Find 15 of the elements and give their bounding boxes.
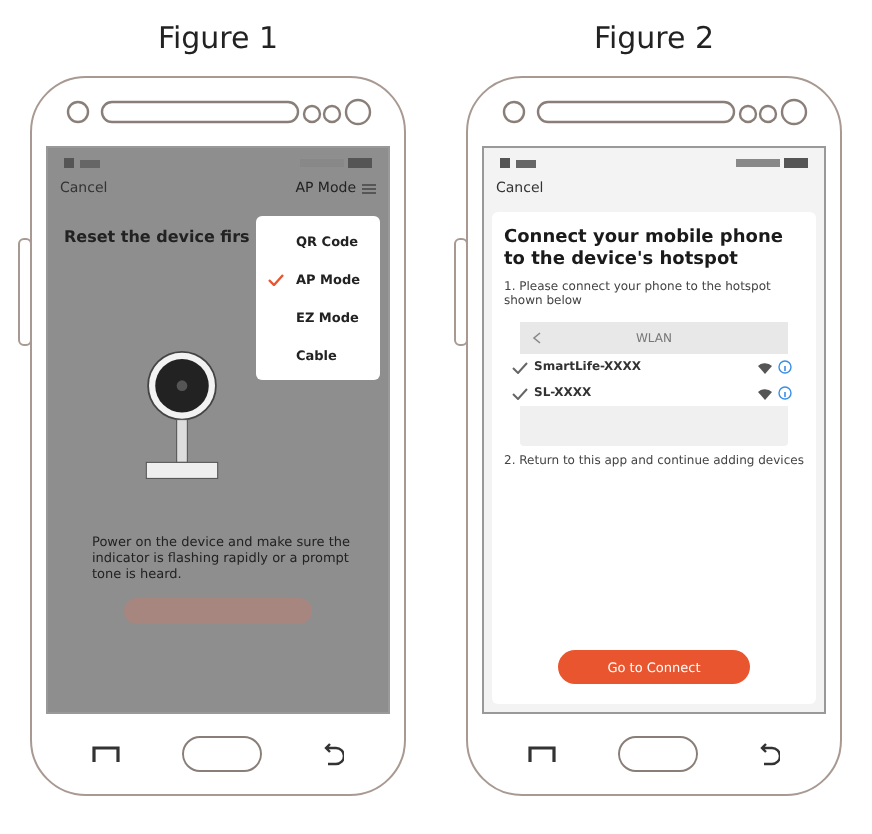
figure-caption: Figure 2 (593, 20, 715, 56)
screen-title: Connect your mobile phone to the device's hotspot (504, 228, 785, 272)
battery-icon (300, 158, 372, 168)
info-icon (778, 386, 792, 401)
menu-icon (362, 183, 376, 193)
back-icon (760, 742, 781, 766)
battery-icon (736, 158, 808, 168)
recent-apps-icon (91, 746, 120, 762)
recent-apps-icon (527, 746, 556, 762)
home-button[interactable] (181, 736, 262, 772)
figure-caption: Figure 1 (157, 20, 279, 56)
back-icon (324, 742, 345, 766)
info-icon (778, 360, 792, 375)
screen-title: Reset the device firs (62, 226, 252, 246)
home-button[interactable] (617, 736, 698, 772)
